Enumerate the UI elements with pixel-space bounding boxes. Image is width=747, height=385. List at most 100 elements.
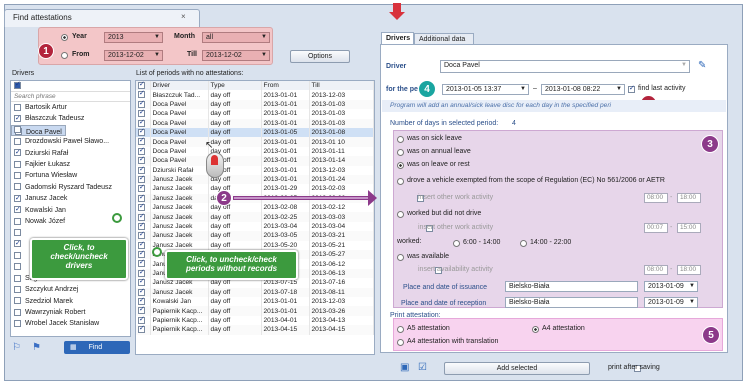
period-checkbox[interactable] [138,128,145,137]
period-row[interactable]: Janusz Jacekday off2013-01-292013-02-03 [136,184,374,194]
year-radio[interactable] [61,34,68,41]
driver-checkbox[interactable] [14,137,21,145]
driver-checkbox[interactable] [14,297,21,305]
driver-checkbox[interactable] [14,172,21,179]
driver-checkbox[interactable] [14,274,21,282]
period-checkbox[interactable] [138,325,145,334]
period-checkbox[interactable] [138,203,145,212]
driver-list-item[interactable]: Szedziol Marek [11,296,130,307]
find-last-activity-checkbox[interactable] [628,84,635,93]
col-driver[interactable]: Driver [150,81,209,91]
a4-radio[interactable] [532,326,539,333]
period-row[interactable]: Kowalski Janday off2013-01-012013-12-03 [136,296,374,307]
month-select[interactable]: all ▼ [202,32,270,43]
col-from[interactable]: From [261,81,310,91]
check-all-icon[interactable]: ⚐ [12,342,21,353]
worked-not-drive-radio[interactable] [397,211,404,218]
period-checkbox[interactable] [138,109,145,118]
period-row[interactable]: Doca Pavelday off2013-01-012013-01-14 [136,156,374,166]
period-checkbox[interactable] [138,269,145,277]
find-button[interactable]: ▦ Find [64,341,130,354]
driver-checkbox[interactable] [14,113,21,124]
driver-checkbox[interactable] [14,148,21,158]
period-row[interactable]: Papiernik Kacp...day off2013-04-152013-0… [136,325,374,335]
driver-checkbox[interactable] [14,126,21,134]
driver-checkbox[interactable] [14,228,21,236]
period-checkbox[interactable] [138,90,145,99]
driver-checkbox[interactable] [14,308,21,316]
time-from-3[interactable]: 08:00 [644,265,668,275]
period-row[interactable]: Janusz Jacekday off2013-03-042013-03-04 [136,221,374,232]
period-row[interactable]: Janusz Jacekday off2013-07-182013-08-11 [136,287,374,297]
period-checkbox[interactable] [138,241,145,249]
period-row[interactable]: Doca Pavelday off2013-01-012013-01-03 [136,109,374,119]
period-row[interactable]: Doca Pavelday off2013-01-052013-01-08 [136,127,374,138]
driver-search-input[interactable] [14,93,124,100]
period-row[interactable]: Janusz Jacekday off2013-05-202013-05-21 [136,240,374,251]
period-till-input[interactable]: 2013-01-08 08:22 ▼ [541,84,625,95]
period-checkbox[interactable] [138,222,145,230]
drove-exempt-radio[interactable] [397,178,404,185]
from-radio[interactable] [61,52,68,59]
driver-checkbox[interactable] [14,320,21,328]
add-selected-button[interactable]: Add selected [444,362,590,375]
period-checkbox[interactable] [138,156,145,165]
driver-list-item[interactable]: Drozdowski Paweł Sławo... [11,136,130,147]
period-checkbox[interactable] [138,288,145,296]
period-row[interactable]: Doca Pavelday off2013-01-012013-01-11 [136,146,374,157]
driver-checkbox[interactable] [14,263,21,271]
period-checkbox[interactable] [138,231,145,240]
period-row[interactable]: Doca Pavelday off2013-01-012013-01-03 [136,118,374,128]
period-checkbox[interactable] [138,278,145,287]
time-till-2[interactable]: 15:00 [677,223,701,233]
time-till-1[interactable]: 18:00 [677,193,701,203]
select-all-periods-checkbox[interactable] [138,81,145,90]
period-checkbox[interactable] [138,316,145,324]
period-row[interactable]: Błaszczuk Tad...day off2013-01-012013-12… [136,90,374,100]
sick-leave-radio[interactable] [397,136,404,143]
annual-leave-radio[interactable] [397,149,404,156]
driver-list-item[interactable]: Fortuna Wiesław [11,170,130,181]
was-available-radio[interactable] [397,254,404,261]
year-select[interactable]: 2013 ▼ [104,32,163,43]
driver-list-item[interactable]: Wawrzyniak Robert [11,307,130,318]
period-row[interactable]: Janusz Jacekday off2013-01-012013-01-24 [136,174,374,185]
driver-checkbox[interactable] [14,103,21,111]
driver-checkbox[interactable] [14,285,21,293]
driver-list-item[interactable]: Bartosik Artur [11,102,130,113]
shift2-radio[interactable] [520,240,527,247]
issuance-place-input[interactable]: Bielsko-Biała [505,281,638,292]
reception-place-input[interactable]: Bielsko-Biała [505,297,638,308]
time-from-2[interactable]: 00:07 [644,223,668,233]
time-till-3[interactable]: 18:00 [677,265,701,275]
driver-list-item[interactable]: Błaszczuk Tadeusz [11,113,130,124]
driver-checkbox[interactable] [14,183,21,191]
driver-checkbox[interactable] [14,205,21,215]
period-checkbox[interactable] [138,175,145,183]
reception-date-input[interactable]: 2013-01-09 ▼ [644,297,698,308]
period-checkbox[interactable] [138,250,145,259]
driver-list-item[interactable]: Szczykut Andrzej [11,284,130,295]
driver-checkbox[interactable] [14,251,21,259]
period-checkbox[interactable] [138,194,145,202]
period-checkbox[interactable] [138,259,145,268]
check-icon[interactable]: ☑ [418,362,427,373]
driver-checkbox[interactable] [14,193,21,204]
issuance-date-input[interactable]: 2013-01-09 ▼ [644,281,698,292]
period-row[interactable]: Janusz Jacekday off2013-02-252013-03-03 [136,212,374,222]
period-row[interactable]: Doca Pavelday off2013-01-012013-01-03 [136,99,374,110]
driver-checkbox[interactable] [14,217,21,225]
driver-list-item[interactable]: Wrobel Jacek Stanisław [11,318,130,329]
driver-checkbox[interactable] [14,239,21,249]
period-row[interactable]: Janusz Jacekday off2013-03-052013-03-21 [136,231,374,241]
period-checkbox[interactable] [138,306,145,315]
period-row[interactable]: Janusz Jacekday off2013-02-082013-02-12 [136,203,374,213]
window-tab[interactable]: Find attestations [4,9,200,27]
period-checkbox[interactable] [138,184,145,193]
options-button[interactable]: Options [290,50,350,63]
a5-radio[interactable] [397,326,404,333]
till-date-input[interactable]: 2013-12-02 ▼ [202,50,270,61]
driver-list-item[interactable]: Fajkier Łukasz [11,159,130,170]
period-checkbox[interactable] [138,297,145,306]
close-icon[interactable]: × [181,12,186,21]
